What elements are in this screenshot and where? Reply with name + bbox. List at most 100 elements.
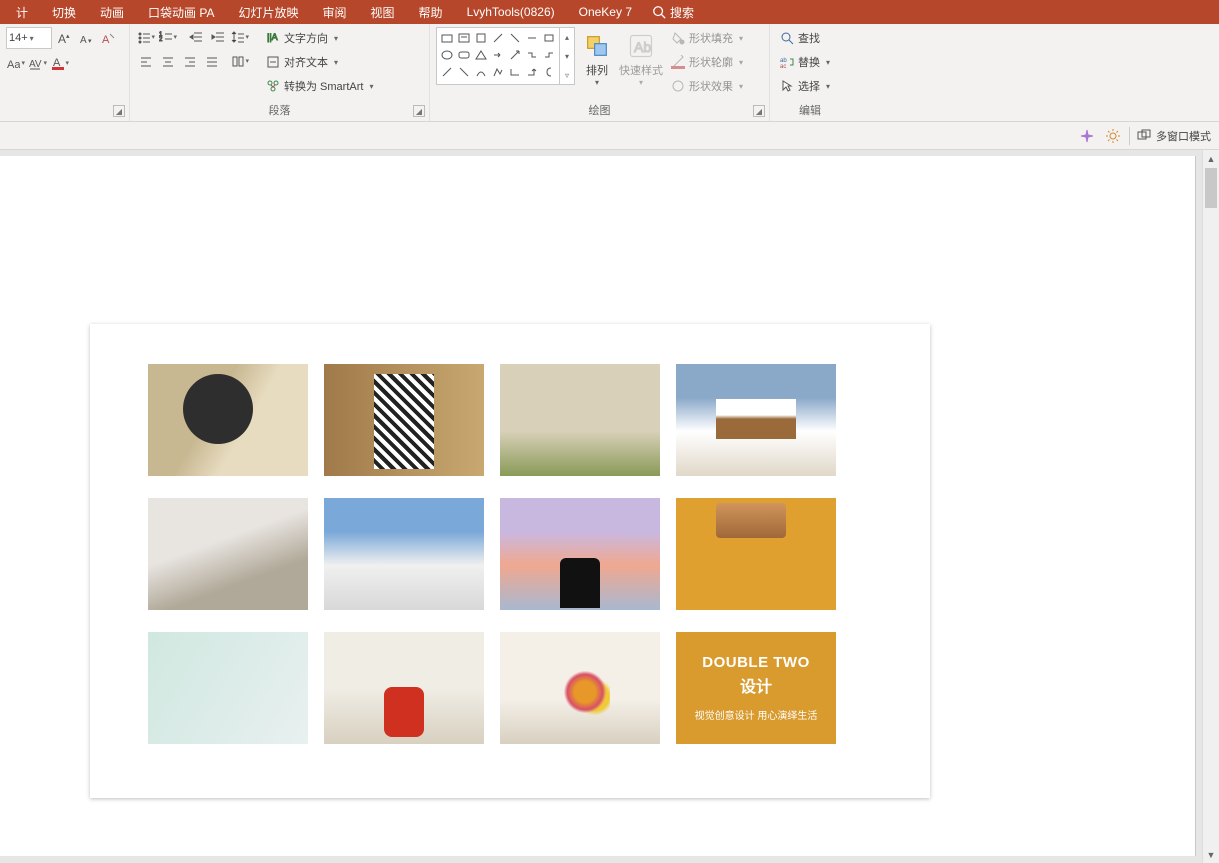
slide-image[interactable] (148, 498, 308, 610)
increase-font-icon[interactable]: A▴ (54, 28, 74, 48)
settings-gear-icon[interactable] (1103, 126, 1123, 146)
menu-tab[interactable]: 视图 (359, 0, 407, 24)
find-icon (780, 31, 794, 45)
align-text-icon (266, 55, 280, 69)
shape-connector-icon[interactable] (524, 64, 540, 80)
numbering-icon[interactable]: 12 (158, 27, 178, 47)
image-grid: DOUBLE TWO 设计 视觉创意设计 用心演绎生活 (148, 364, 836, 744)
font-size-combo[interactable]: 14+▾ (6, 27, 52, 49)
shape-arrow-icon[interactable] (507, 47, 523, 63)
shape-curve-icon[interactable] (473, 64, 489, 80)
font-dialog-launcher[interactable]: ◢ (113, 105, 125, 117)
svg-text:A: A (58, 32, 66, 45)
menu-search[interactable]: 搜索 (652, 4, 694, 21)
replace-button[interactable]: abac替换▾ (776, 51, 834, 73)
justify-icon[interactable] (202, 51, 222, 71)
shape-outline-button[interactable]: 形状轮廓▾ (667, 51, 747, 73)
shape-roundrect-icon[interactable] (456, 47, 472, 63)
shape-textbox-icon[interactable] (456, 30, 472, 46)
shape-oval-icon[interactable] (439, 47, 455, 63)
menu-tab[interactable]: 帮助 (407, 0, 455, 24)
shape-connector-icon[interactable] (507, 64, 523, 80)
group-label-drawing: 绘图 (436, 100, 763, 121)
menu-tab[interactable]: 幻灯片放映 (227, 0, 311, 24)
svg-text:▾: ▾ (88, 38, 92, 45)
line-spacing-icon[interactable] (230, 27, 250, 47)
shape-rect-icon[interactable] (439, 30, 455, 46)
ribbon: 14+▾ A▴ A▾ A Aa AV A ◢ 12 (0, 24, 1219, 122)
clear-formatting-icon[interactable]: A (98, 28, 118, 48)
scroll-down-icon[interactable]: ▼ (1203, 846, 1219, 863)
shape-line-icon[interactable] (439, 64, 455, 80)
arrange-button[interactable]: 排列▾ (575, 27, 619, 91)
slide-image[interactable] (148, 632, 308, 744)
svg-text:▴: ▴ (66, 33, 70, 40)
menu-tab[interactable]: 切换 (40, 0, 88, 24)
menu-tab[interactable]: 动画 (88, 0, 136, 24)
shape-line-icon[interactable] (490, 30, 506, 46)
align-right-icon[interactable] (180, 51, 200, 71)
slide-image[interactable] (324, 498, 484, 610)
shape-triangle-icon[interactable] (473, 47, 489, 63)
shape-brace-icon[interactable] (541, 64, 557, 80)
text-direction-button[interactable]: ||A文字方向▾ (262, 27, 377, 49)
shapes-gallery-scroll[interactable]: ▴▾▿ (560, 27, 575, 85)
sparkle-icon[interactable] (1077, 126, 1097, 146)
slide-image[interactable] (324, 364, 484, 476)
menu-tab[interactable]: 口袋动画 PA (136, 0, 226, 24)
slide-image[interactable] (676, 498, 836, 610)
select-icon (780, 79, 794, 93)
shape-connector-icon[interactable] (541, 47, 557, 63)
menu-tab[interactable]: LvyhTools(0826) (455, 0, 567, 24)
convert-smartart-button[interactable]: 转换为 SmartArt▾ (262, 75, 377, 97)
increase-indent-icon[interactable] (208, 27, 228, 47)
shape-rect-icon[interactable] (541, 30, 557, 46)
shape-freeform-icon[interactable] (490, 64, 506, 80)
quick-styles-button[interactable]: Ab 快速样式▾ (619, 27, 663, 91)
scroll-thumb[interactable] (1205, 168, 1217, 208)
slide-image[interactable] (148, 364, 308, 476)
menu-tab[interactable]: 审阅 (311, 0, 359, 24)
shape-square-icon[interactable] (473, 30, 489, 46)
shape-arrow-icon[interactable] (490, 47, 506, 63)
vertical-scrollbar[interactable]: ▲ ▼ (1202, 150, 1219, 863)
shapes-gallery[interactable] (436, 27, 560, 85)
shape-line-icon[interactable] (507, 30, 523, 46)
drawing-dialog-launcher[interactable]: ◢ (753, 105, 765, 117)
slide-image[interactable] (500, 364, 660, 476)
align-left-icon[interactable] (136, 51, 156, 71)
select-button[interactable]: 选择▾ (776, 75, 834, 97)
align-center-icon[interactable] (158, 51, 178, 71)
shape-fill-button[interactable]: 形状填充▾ (667, 27, 747, 49)
svg-text:ac: ac (780, 64, 786, 69)
replace-icon: abac (780, 55, 794, 69)
svg-text:A: A (102, 34, 110, 45)
menu-tab[interactable]: OneKey 7 (567, 0, 644, 24)
text-direction-icon: ||A (266, 31, 280, 45)
paragraph-dialog-launcher[interactable]: ◢ (413, 105, 425, 117)
shape-line-icon[interactable] (524, 30, 540, 46)
find-button[interactable]: 查找 (776, 27, 834, 49)
group-label-paragraph: 段落 (136, 100, 423, 121)
slide-image[interactable] (500, 632, 660, 744)
shape-line-icon[interactable] (456, 64, 472, 80)
multi-window-icon[interactable]: 多窗口模式 (1136, 126, 1211, 146)
char-spacing-icon[interactable]: AV (28, 53, 48, 73)
scroll-up-icon[interactable]: ▲ (1203, 150, 1219, 167)
slide-image[interactable] (676, 364, 836, 476)
slide-image[interactable] (500, 498, 660, 610)
shape-connector-icon[interactable] (524, 47, 540, 63)
slide-image[interactable] (324, 632, 484, 744)
bullets-icon[interactable] (136, 27, 156, 47)
font-color-icon[interactable]: A (50, 53, 70, 73)
slide[interactable]: DOUBLE TWO 设计 视觉创意设计 用心演绎生活 (90, 324, 930, 798)
columns-icon[interactable] (230, 51, 250, 71)
align-text-button[interactable]: 对齐文本▾ (262, 51, 377, 73)
decrease-indent-icon[interactable] (186, 27, 206, 47)
shape-effects-button[interactable]: 形状效果▾ (667, 75, 747, 97)
change-case-icon[interactable]: Aa (6, 53, 26, 73)
menubar: 计 切换 动画 口袋动画 PA 幻灯片放映 审阅 视图 帮助 LvyhTools… (0, 0, 1219, 24)
decrease-font-icon[interactable]: A▾ (76, 28, 96, 48)
menu-tab[interactable]: 计 (4, 0, 40, 24)
slide-text-card[interactable]: DOUBLE TWO 设计 视觉创意设计 用心演绎生活 (676, 632, 836, 744)
